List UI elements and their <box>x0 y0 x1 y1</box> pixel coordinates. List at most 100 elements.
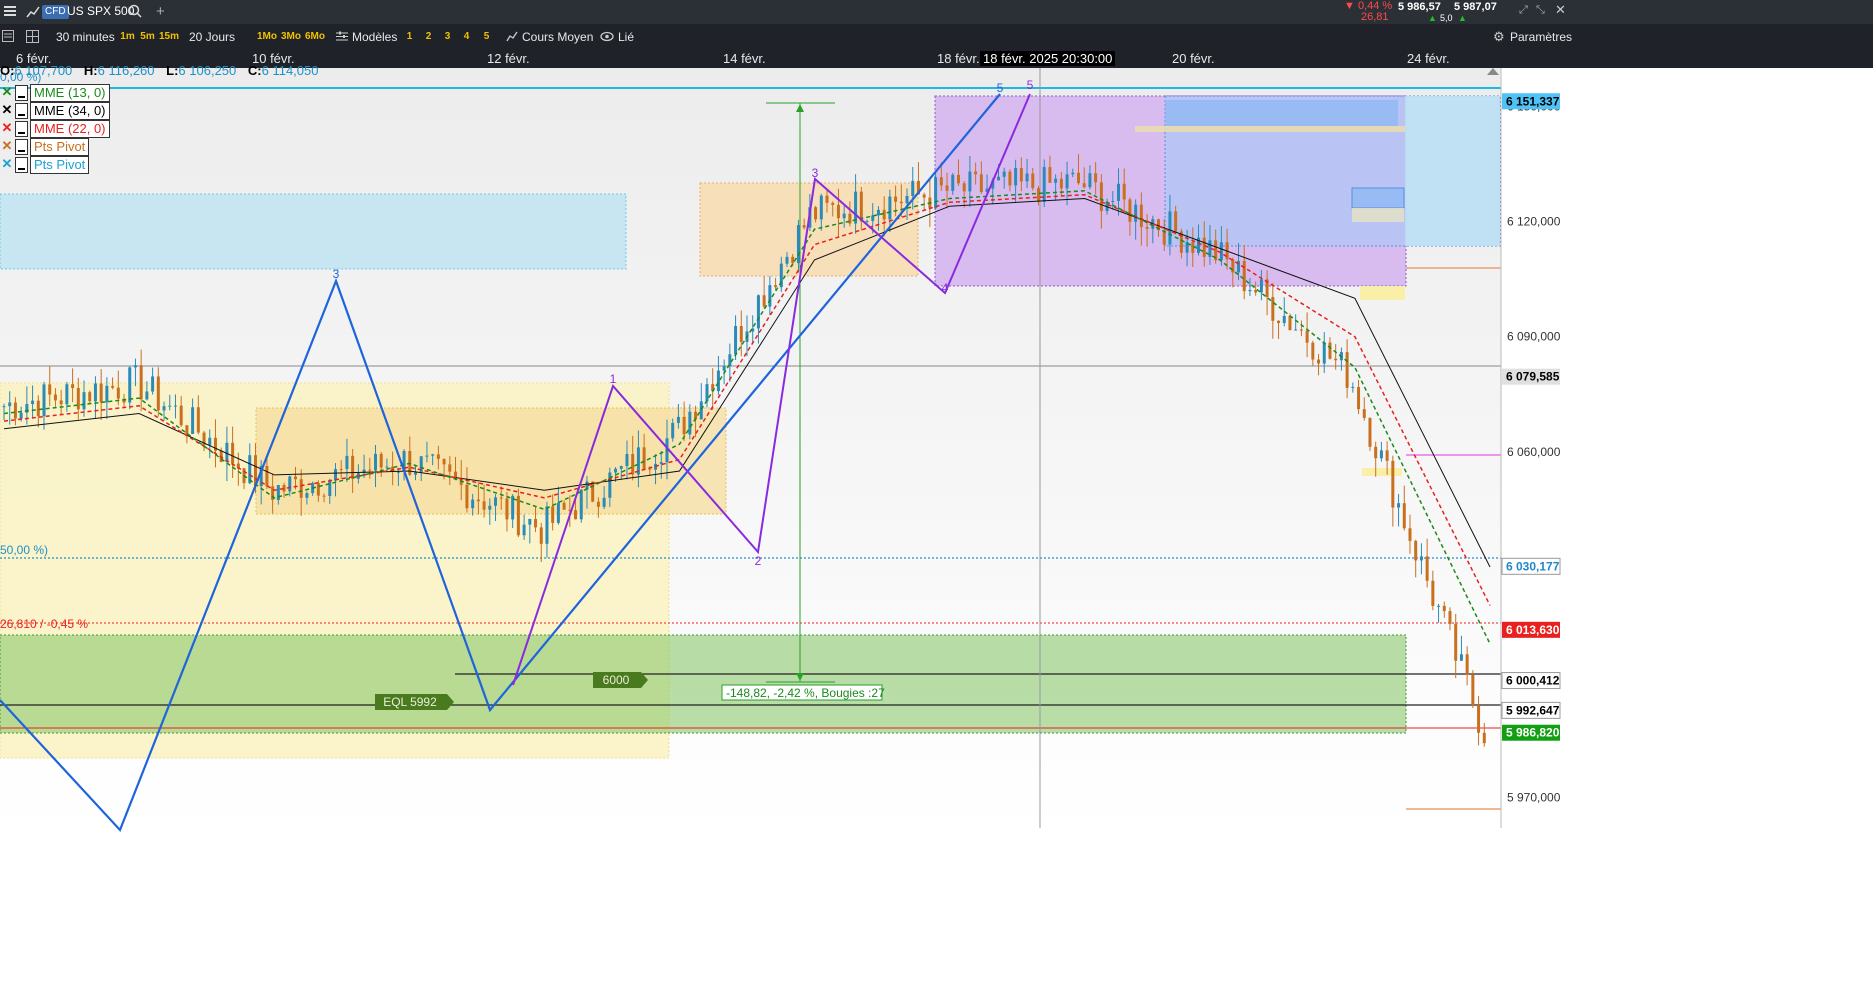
candle[interactable] <box>934 177 938 209</box>
candle[interactable] <box>1122 183 1126 200</box>
candle[interactable] <box>374 453 377 471</box>
candle[interactable] <box>842 213 846 219</box>
candle[interactable] <box>31 400 35 405</box>
candle[interactable] <box>516 495 520 536</box>
close-icon[interactable]: ✕ <box>0 156 14 172</box>
candle[interactable] <box>996 176 1000 181</box>
candle[interactable] <box>1299 329 1303 331</box>
candle[interactable] <box>579 489 583 520</box>
candle[interactable] <box>379 453 383 468</box>
visibility-icon[interactable] <box>15 139 28 155</box>
candle[interactable] <box>1071 172 1075 175</box>
candle[interactable] <box>1048 167 1052 183</box>
candle[interactable] <box>1277 320 1281 324</box>
candle[interactable] <box>442 458 446 465</box>
candle[interactable] <box>814 207 818 220</box>
candle[interactable] <box>602 497 606 507</box>
candle[interactable] <box>13 402 17 419</box>
candle[interactable] <box>1282 315 1286 324</box>
range-6mo[interactable]: 6Mo <box>304 29 326 45</box>
candle[interactable] <box>1094 173 1098 183</box>
candle[interactable] <box>133 365 137 368</box>
candle[interactable] <box>59 400 63 405</box>
candle[interactable] <box>802 225 806 228</box>
candle[interactable] <box>208 437 212 446</box>
candle[interactable] <box>42 384 46 417</box>
candle[interactable] <box>899 201 903 204</box>
candle[interactable] <box>1219 242 1223 261</box>
candle[interactable] <box>151 376 155 392</box>
price-type-select[interactable]: Cours Moyen <box>522 28 593 46</box>
candle[interactable] <box>1014 168 1018 186</box>
candle[interactable] <box>185 425 189 434</box>
candle[interactable] <box>65 384 69 405</box>
legend-item-ema13[interactable]: ✕ MME (13, 0) <box>0 84 110 102</box>
candle[interactable] <box>722 366 726 371</box>
candle[interactable] <box>179 405 183 426</box>
candle[interactable] <box>36 400 40 417</box>
candle[interactable] <box>231 442 235 464</box>
candle[interactable] <box>1231 259 1235 273</box>
candle[interactable] <box>448 464 452 472</box>
search-icon[interactable] <box>128 4 142 21</box>
candle[interactable] <box>922 194 926 198</box>
candle[interactable] <box>836 204 840 219</box>
candle[interactable] <box>1145 227 1149 229</box>
candle[interactable] <box>476 499 480 502</box>
candle[interactable] <box>1139 204 1143 228</box>
candle[interactable] <box>139 365 143 400</box>
layout-3[interactable]: 3 <box>438 29 457 45</box>
candle[interactable] <box>974 171 978 175</box>
candle[interactable] <box>699 401 703 420</box>
candle[interactable] <box>1431 580 1435 606</box>
candle[interactable] <box>1345 352 1349 388</box>
close-icon[interactable]: ✕ <box>0 102 14 118</box>
candle[interactable] <box>945 185 949 191</box>
candle[interactable] <box>1454 623 1458 661</box>
candle[interactable] <box>854 191 858 224</box>
candle[interactable] <box>739 326 743 342</box>
candle[interactable] <box>1311 342 1315 360</box>
ask-price[interactable]: 5 987,07 <box>1454 1 1497 13</box>
settings-button[interactable]: Paramètres <box>1510 28 1572 46</box>
candle[interactable] <box>1448 611 1452 624</box>
candle[interactable] <box>545 506 549 544</box>
candle[interactable] <box>1459 654 1463 661</box>
candle[interactable] <box>499 497 503 499</box>
candle[interactable] <box>82 392 86 410</box>
candle[interactable] <box>968 171 972 192</box>
candle[interactable] <box>162 406 166 411</box>
range-3mo[interactable]: 3Mo <box>280 29 302 45</box>
models-button[interactable]: Modèles <box>352 28 397 46</box>
candle[interactable] <box>396 471 400 473</box>
visibility-icon[interactable] <box>15 121 28 137</box>
range-select[interactable]: 20 Jours <box>189 28 235 46</box>
candle[interactable] <box>1425 556 1429 581</box>
candle[interactable] <box>1362 409 1366 418</box>
visibility-icon[interactable] <box>15 85 28 101</box>
candle[interactable] <box>1437 605 1441 607</box>
candle[interactable] <box>1402 503 1406 529</box>
candle[interactable] <box>1271 297 1275 321</box>
candle[interactable] <box>791 256 795 264</box>
candle[interactable] <box>1414 540 1418 561</box>
candle[interactable] <box>276 485 280 500</box>
candle[interactable] <box>768 285 772 307</box>
interval-select[interactable]: 30 minutes <box>56 28 115 46</box>
legend-item-ema34[interactable]: ✕ MME (34, 0) <box>0 102 110 120</box>
candle[interactable] <box>425 455 429 457</box>
candle[interactable] <box>414 472 418 475</box>
candle[interactable] <box>196 407 200 433</box>
candle[interactable] <box>99 383 103 403</box>
candle[interactable] <box>756 295 760 329</box>
candle[interactable] <box>1008 171 1012 186</box>
candle[interactable] <box>482 501 486 510</box>
candle[interactable] <box>671 422 675 439</box>
candle[interactable] <box>1168 211 1172 245</box>
candle[interactable] <box>328 480 332 496</box>
candle[interactable] <box>288 476 292 492</box>
candle[interactable] <box>471 499 475 509</box>
link-icon[interactable] <box>600 30 614 46</box>
candle[interactable] <box>1059 178 1063 189</box>
candle[interactable] <box>1408 528 1412 541</box>
